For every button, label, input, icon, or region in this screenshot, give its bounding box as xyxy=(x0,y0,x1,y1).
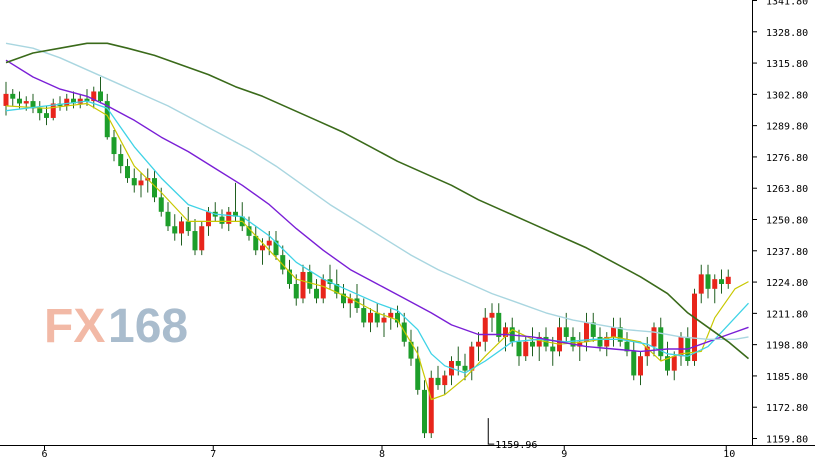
candle-up xyxy=(557,327,562,352)
candle-down xyxy=(37,108,43,114)
candle-up xyxy=(712,279,718,289)
candle-down xyxy=(719,279,724,284)
candle-up xyxy=(482,317,488,342)
candle-up xyxy=(692,293,697,362)
candle-down xyxy=(415,358,421,390)
x-tick-label: 9 xyxy=(561,449,567,459)
y-tick-label: 1185.80 xyxy=(766,372,808,383)
candle-down xyxy=(496,312,502,337)
candle-up xyxy=(300,271,306,299)
fx168-watermark-logo: FX 168 xyxy=(44,300,188,353)
candle-up xyxy=(320,279,326,299)
y-tick-label: 1198.80 xyxy=(766,341,808,352)
candle-up xyxy=(671,356,677,371)
candle-up xyxy=(476,341,481,347)
candle-down xyxy=(44,113,49,118)
candle-down xyxy=(563,327,569,337)
candle-down xyxy=(307,271,313,289)
candle-down xyxy=(705,274,711,289)
candle-down xyxy=(158,197,164,212)
candle-up xyxy=(428,377,434,434)
candle-down xyxy=(462,365,468,371)
candle-up xyxy=(3,93,9,106)
candle-down xyxy=(361,308,367,323)
candle-up xyxy=(226,211,232,224)
chart-root: FX 168 1159.96 1159.80 1172.80 1185.80 1198… xyxy=(0,0,815,460)
watermark-fx: FX xyxy=(44,300,105,353)
candle-down xyxy=(172,226,178,234)
candle-down xyxy=(192,231,198,251)
y-tick-label: 1302.80 xyxy=(766,90,808,101)
y-tick-label: 1211.80 xyxy=(766,309,808,320)
candle-down xyxy=(165,211,171,227)
candle-up xyxy=(206,211,211,227)
y-tick-label: 1315.80 xyxy=(766,59,808,70)
x-tick-label: 6 xyxy=(42,449,48,459)
candle-up xyxy=(523,341,529,357)
candle-down xyxy=(631,351,637,376)
candle-up xyxy=(199,226,205,251)
candle-up xyxy=(638,356,643,376)
y-tick-label: 1328.80 xyxy=(766,28,808,39)
candle-down xyxy=(125,166,130,179)
candle-down xyxy=(118,154,124,167)
candle-down xyxy=(597,336,603,347)
candle-up xyxy=(442,375,448,386)
candle-up xyxy=(489,312,495,318)
x-tick-label: 7 xyxy=(210,449,216,459)
candle-down xyxy=(516,341,522,357)
candle-up xyxy=(651,327,657,347)
x-tick-label: 10 xyxy=(723,449,735,459)
candle-down xyxy=(17,98,22,104)
candle-up xyxy=(611,327,616,337)
y-tick-label: 1172.80 xyxy=(766,403,808,414)
y-tick-label: 1341.80 xyxy=(766,0,808,8)
candle-down xyxy=(550,346,556,352)
watermark-168: 168 xyxy=(108,300,188,353)
candle-up xyxy=(368,312,373,323)
candle-down xyxy=(293,283,299,299)
candle-down xyxy=(98,91,103,102)
candle-up xyxy=(698,274,704,294)
candle-down xyxy=(111,137,117,155)
candle-up xyxy=(64,98,70,106)
candle-up xyxy=(260,245,265,251)
candle-down xyxy=(131,178,137,186)
candle-down xyxy=(10,93,16,99)
candle-up xyxy=(725,276,731,284)
candle-down xyxy=(455,361,461,366)
y-tick-label: 1276.80 xyxy=(766,153,808,164)
candle-up xyxy=(23,101,29,104)
y-tick-label: 1250.80 xyxy=(766,216,808,227)
candle-down xyxy=(314,288,319,299)
candle-up xyxy=(503,327,508,337)
candle-up xyxy=(266,240,272,246)
candle-down xyxy=(219,216,225,224)
candle-up xyxy=(584,322,589,342)
candle-up xyxy=(469,346,475,371)
candle-down xyxy=(530,341,535,347)
candle-down xyxy=(374,312,380,323)
candle-down xyxy=(185,221,191,232)
x-tick-label: 8 xyxy=(379,449,385,459)
y-tick-label: 1159.80 xyxy=(766,435,808,446)
chart-background xyxy=(0,0,815,459)
candle-up xyxy=(138,180,144,186)
candlestick-chart: FX 168 1159.96 1159.801172.801185.801198… xyxy=(0,0,815,460)
candle-up xyxy=(381,317,387,323)
candle-down xyxy=(435,377,441,386)
y-tick-label: 1224.80 xyxy=(766,278,808,289)
candle-down xyxy=(422,389,427,434)
y-tick-label: 1263.80 xyxy=(766,184,808,195)
y-tick-label: 1237.80 xyxy=(766,247,808,258)
candle-up xyxy=(179,221,184,234)
y-tick-label: 1289.80 xyxy=(766,122,808,133)
